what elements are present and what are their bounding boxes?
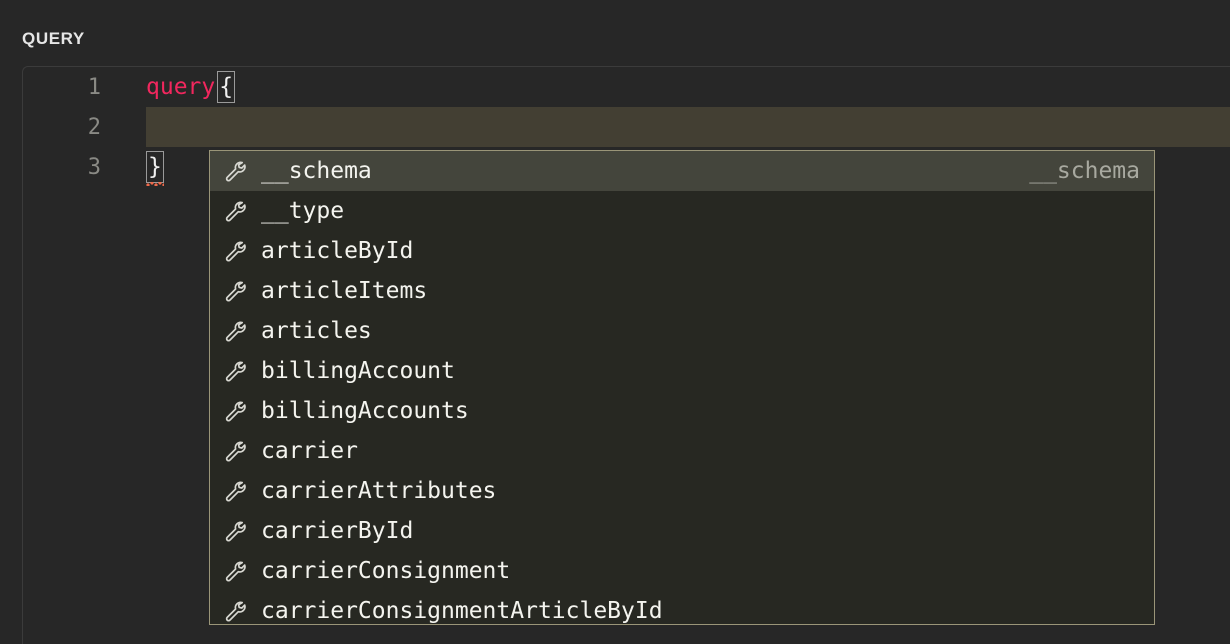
autocomplete-item-label: carrierById <box>261 518 1140 544</box>
autocomplete-item[interactable]: articles <box>210 311 1154 351</box>
line-number-1: 1 <box>23 75 103 100</box>
autocomplete-item-label: carrierConsignmentArticleById <box>261 598 1140 624</box>
wrench-icon <box>221 238 251 264</box>
code-line-1-content: query{ <box>103 67 235 107</box>
autocomplete-item-label: __type <box>261 198 1140 224</box>
autocomplete-item[interactable]: billingAccount <box>210 351 1154 391</box>
autocomplete-item-label: billingAccounts <box>261 398 1140 424</box>
autocomplete-item-label: carrier <box>261 438 1140 464</box>
autocomplete-popup[interactable]: __schema __schema __type articleById article… <box>209 150 1155 625</box>
wrench-icon <box>221 278 251 304</box>
autocomplete-item[interactable]: carrier <box>210 431 1154 471</box>
autocomplete-item[interactable]: billingAccounts <box>210 391 1154 431</box>
open-brace-matched: { <box>217 71 235 103</box>
active-line-highlight <box>146 107 1230 147</box>
autocomplete-item[interactable]: carrierConsignmentArticleById <box>210 591 1154 625</box>
autocomplete-item-label: articleItems <box>261 278 1140 304</box>
query-editor-page: QUERY 1 query{ 2 3 } __schema__ <box>0 0 1230 644</box>
autocomplete-item[interactable]: articleItems <box>210 271 1154 311</box>
autocomplete-item-label: carrierConsignment <box>261 558 1140 584</box>
autocomplete-item[interactable]: __type <box>210 191 1154 231</box>
keyword-query: query <box>146 74 215 100</box>
wrench-icon <box>221 558 251 584</box>
wrench-icon <box>221 398 251 424</box>
autocomplete-item[interactable]: carrierById <box>210 511 1154 551</box>
wrench-icon <box>221 158 251 184</box>
line-number-3: 3 <box>23 155 103 180</box>
autocomplete-item-label: billingAccount <box>261 358 1140 384</box>
line-number-2: 2 <box>23 115 103 140</box>
autocomplete-item-label: articleById <box>261 238 1140 264</box>
code-line-2-content <box>103 107 146 147</box>
wrench-icon <box>221 198 251 224</box>
wrench-icon <box>221 358 251 384</box>
autocomplete-item[interactable]: carrierAttributes <box>210 471 1154 511</box>
autocomplete-item-detail: __schema <box>1029 158 1140 184</box>
wrench-icon <box>221 318 251 344</box>
autocomplete-item[interactable]: __schema __schema <box>210 151 1154 191</box>
autocomplete-item-label: carrierAttributes <box>261 478 1140 504</box>
autocomplete-item[interactable]: carrierConsignment <box>210 551 1154 591</box>
close-brace-error: } <box>146 151 164 183</box>
wrench-icon <box>221 518 251 544</box>
autocomplete-item-label: __schema <box>261 158 1009 184</box>
page-title: QUERY <box>22 29 85 49</box>
autocomplete-item[interactable]: articleById <box>210 231 1154 271</box>
code-line-2[interactable]: 2 <box>23 107 1230 147</box>
code-line-3-content: } <box>103 147 164 187</box>
autocomplete-item-label: articles <box>261 318 1140 344</box>
code-line-1[interactable]: 1 query{ <box>23 67 1230 107</box>
wrench-icon <box>221 598 251 624</box>
wrench-icon <box>221 438 251 464</box>
wrench-icon <box>221 478 251 504</box>
